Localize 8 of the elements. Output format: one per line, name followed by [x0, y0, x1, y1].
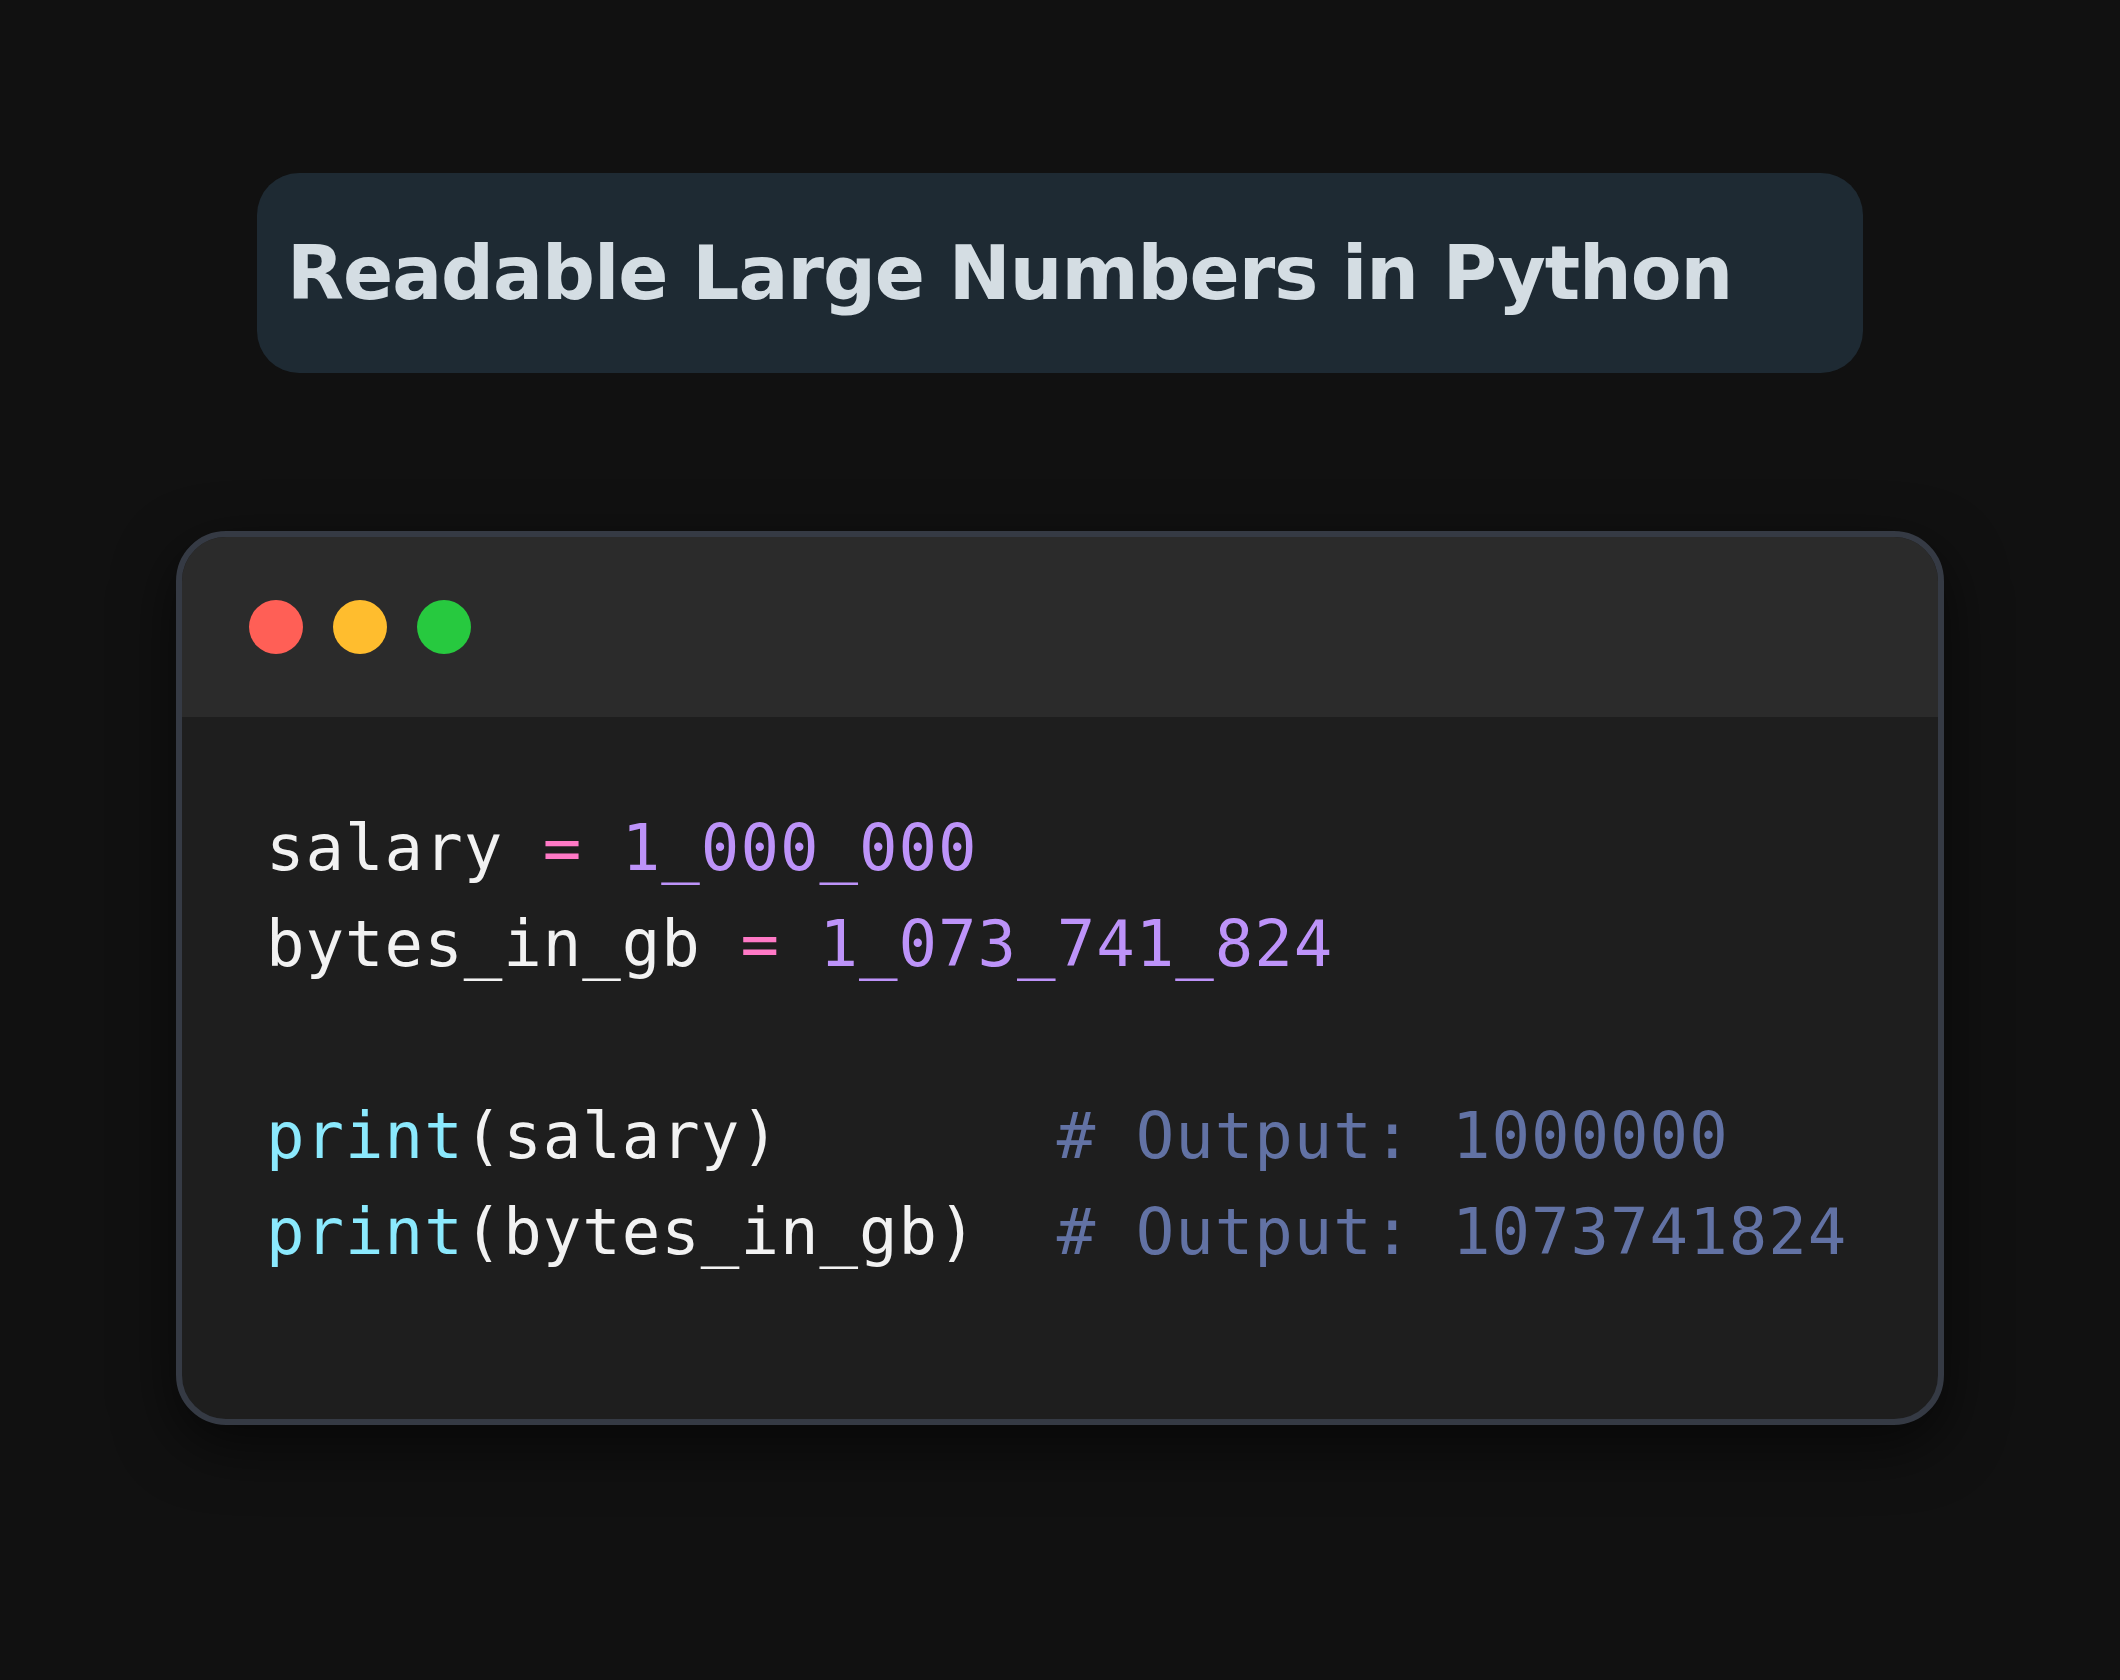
title-text: Readable Large Numbers in Python — [287, 230, 1733, 316]
window-control-dot[interactable] — [333, 600, 387, 654]
code-line: print(bytes_in_gb) # Output: 1073741824 — [266, 1194, 1848, 1271]
window-control-dot[interactable] — [249, 600, 303, 654]
code-line: print(salary) # Output: 1000000 — [266, 1098, 1729, 1175]
window-control-dot[interactable] — [417, 600, 471, 654]
code-line: bytes_in_gb = 1_073_741_824 — [266, 906, 1334, 983]
code-line: salary = 1_000_000 — [266, 810, 978, 887]
